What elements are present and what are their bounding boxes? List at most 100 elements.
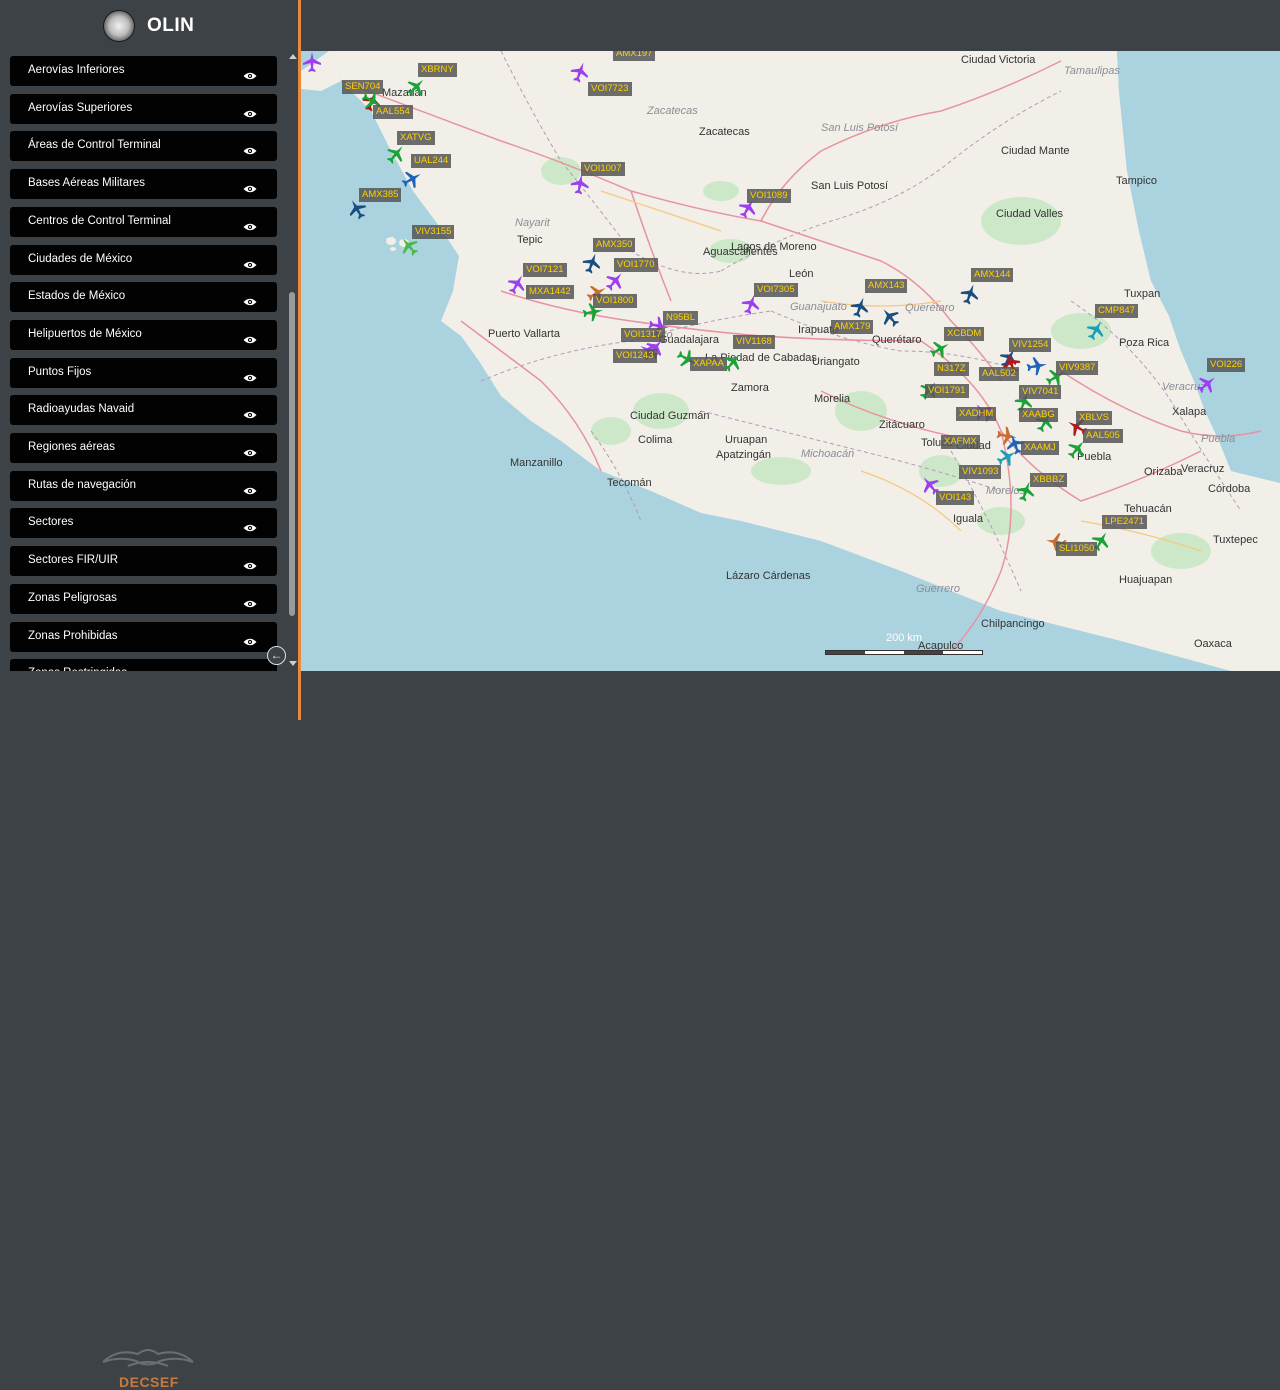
flight-label[interactable]: UAL244 [411,154,452,168]
flight-label[interactable]: VIV7041 [1019,385,1062,399]
flight-label[interactable]: VOI1243 [613,349,657,363]
flight-label[interactable]: VOI7723 [588,82,632,96]
plane-icon[interactable] [722,351,744,373]
scrollbar-thumb[interactable] [289,292,295,616]
plane-icon[interactable] [1085,319,1107,341]
layer-row[interactable]: Aerovías Inferiores [10,56,277,86]
layer-row[interactable]: Sectores FIR/UIR [10,546,277,577]
city-label: Lázaro Cárdenas [726,570,811,582]
layer-row[interactable]: Centros de Control Terminal [10,206,277,237]
collapse-sidebar-button[interactable]: ← [267,646,286,665]
layer-row[interactable]: Regiones aéreas [10,433,277,463]
layer-row[interactable]: Sectores [10,508,277,539]
plane-icon[interactable] [879,306,901,328]
sidebar-scrollbar[interactable] [287,52,297,670]
flight-label[interactable]: AMX143 [865,279,908,293]
eye-icon[interactable] [243,331,257,344]
layer-row[interactable]: Helipuertos de México [10,319,277,350]
eye-icon[interactable] [243,482,257,494]
eye-icon[interactable] [243,293,257,306]
flight-label[interactable]: VOI7305 [754,283,798,297]
flight-label[interactable]: N317Z [934,362,969,376]
state-label: Michoacán [801,448,855,460]
flight-label[interactable]: AMX350 [593,238,636,252]
flight-label[interactable]: CMP847 [1095,304,1138,318]
flight-label[interactable]: VOI1089 [747,189,791,203]
flight-label[interactable]: XAFMX [941,435,980,449]
eye-icon[interactable] [243,369,257,381]
plane-icon[interactable] [385,143,407,165]
flight-label[interactable]: AAL502 [979,367,1019,381]
eye-icon[interactable] [243,557,257,570]
plane-icon[interactable] [569,173,591,195]
plane-icon[interactable] [581,252,603,274]
eye-icon[interactable] [243,256,257,268]
flight-label[interactable]: LPE2471 [1102,515,1148,529]
flight-label[interactable]: XAAMJ [1021,441,1059,455]
flight-label[interactable]: VOI1791 [925,384,969,398]
layer-row[interactable]: Puntos Fijos [10,357,277,388]
flight-label[interactable]: SLI1050 [1056,542,1098,556]
plane-icon[interactable] [959,283,981,305]
layer-row[interactable]: Zonas Restringidas [10,659,277,671]
flight-label[interactable]: VIV3155 [412,225,455,239]
plane-icon[interactable] [1196,373,1218,395]
flight-label[interactable]: AMX179 [831,320,874,334]
layer-row[interactable]: Bases Aéreas Militares [10,169,277,200]
flight-label[interactable]: XCBDM [944,327,985,341]
eye-icon[interactable] [243,180,257,193]
map-view[interactable]: Mazatlán Zacatecas Zacatecas San Luis Potos… [301,51,1280,671]
flight-label[interactable]: XATVG [397,131,435,145]
layer-row[interactable]: Áreas de Control Terminal [10,131,277,162]
flight-label[interactable]: VIV1093 [959,465,1002,479]
state-label: Zacatecas [647,105,698,117]
eye-icon[interactable] [243,105,257,117]
layer-row[interactable]: Rutas de navegación [10,470,277,501]
flight-label[interactable]: XADHM [956,407,997,421]
plane-icon[interactable] [929,338,951,360]
flight-label[interactable]: VOI7121 [523,263,567,277]
eye-icon[interactable] [243,519,257,532]
plane-icon[interactable] [849,296,871,318]
city-label: Chilpancingo [981,618,1045,630]
plane-icon[interactable] [301,51,323,73]
city-label: Tampico [1116,175,1157,187]
flight-label[interactable]: XBRNY [418,63,457,77]
layer-row[interactable]: Ciudades de México [10,244,277,275]
flight-label[interactable]: VIV1254 [1009,338,1052,352]
layer-row[interactable]: Estados de México [10,282,277,313]
eye-icon[interactable] [243,218,257,231]
flight-label[interactable]: VOI226 [1207,358,1246,372]
flight-label[interactable]: MXA1442 [526,285,574,299]
layer-row[interactable]: Zonas Prohibidas [10,621,277,652]
flight-label[interactable]: AMX385 [359,188,402,202]
eye-icon[interactable] [243,67,257,80]
eye-icon[interactable] [243,633,257,645]
layer-row[interactable]: Radioayudas Navaid [10,395,277,426]
scroll-up-icon[interactable] [289,54,297,59]
flight-label[interactable]: AMX144 [971,268,1014,282]
flight-label[interactable]: VOI1800 [593,294,637,308]
flight-label[interactable]: XBLVS [1076,411,1112,425]
layer-row[interactable]: Zonas Peligrosas [10,583,277,614]
flight-label[interactable]: AAL505 [1083,429,1123,443]
eye-icon[interactable] [243,406,257,419]
flight-label[interactable]: AAL554 [373,105,413,119]
eye-icon[interactable] [243,595,257,608]
plane-icon[interactable] [401,168,423,190]
eye-icon[interactable] [243,444,257,457]
flight-label[interactable]: VIV1168 [733,335,775,349]
flight-label[interactable]: VOI143 [936,491,975,505]
flight-label[interactable]: XBBBZ [1030,473,1068,487]
layer-row[interactable]: Aerovías Superiores [10,93,277,124]
flight-label[interactable]: N95BL [663,311,699,325]
flight-label[interactable]: VOI1770 [614,258,658,272]
scroll-down-icon[interactable] [289,661,297,666]
flight-label[interactable]: XAABG [1019,408,1058,422]
flight-label[interactable]: VIV9387 [1056,361,1099,375]
plane-icon[interactable] [569,61,591,83]
flight-label[interactable]: AMX197 [613,51,656,61]
flight-label[interactable]: VOI1007 [581,162,625,176]
plane-icon[interactable] [405,76,427,98]
eye-icon[interactable] [243,142,257,155]
